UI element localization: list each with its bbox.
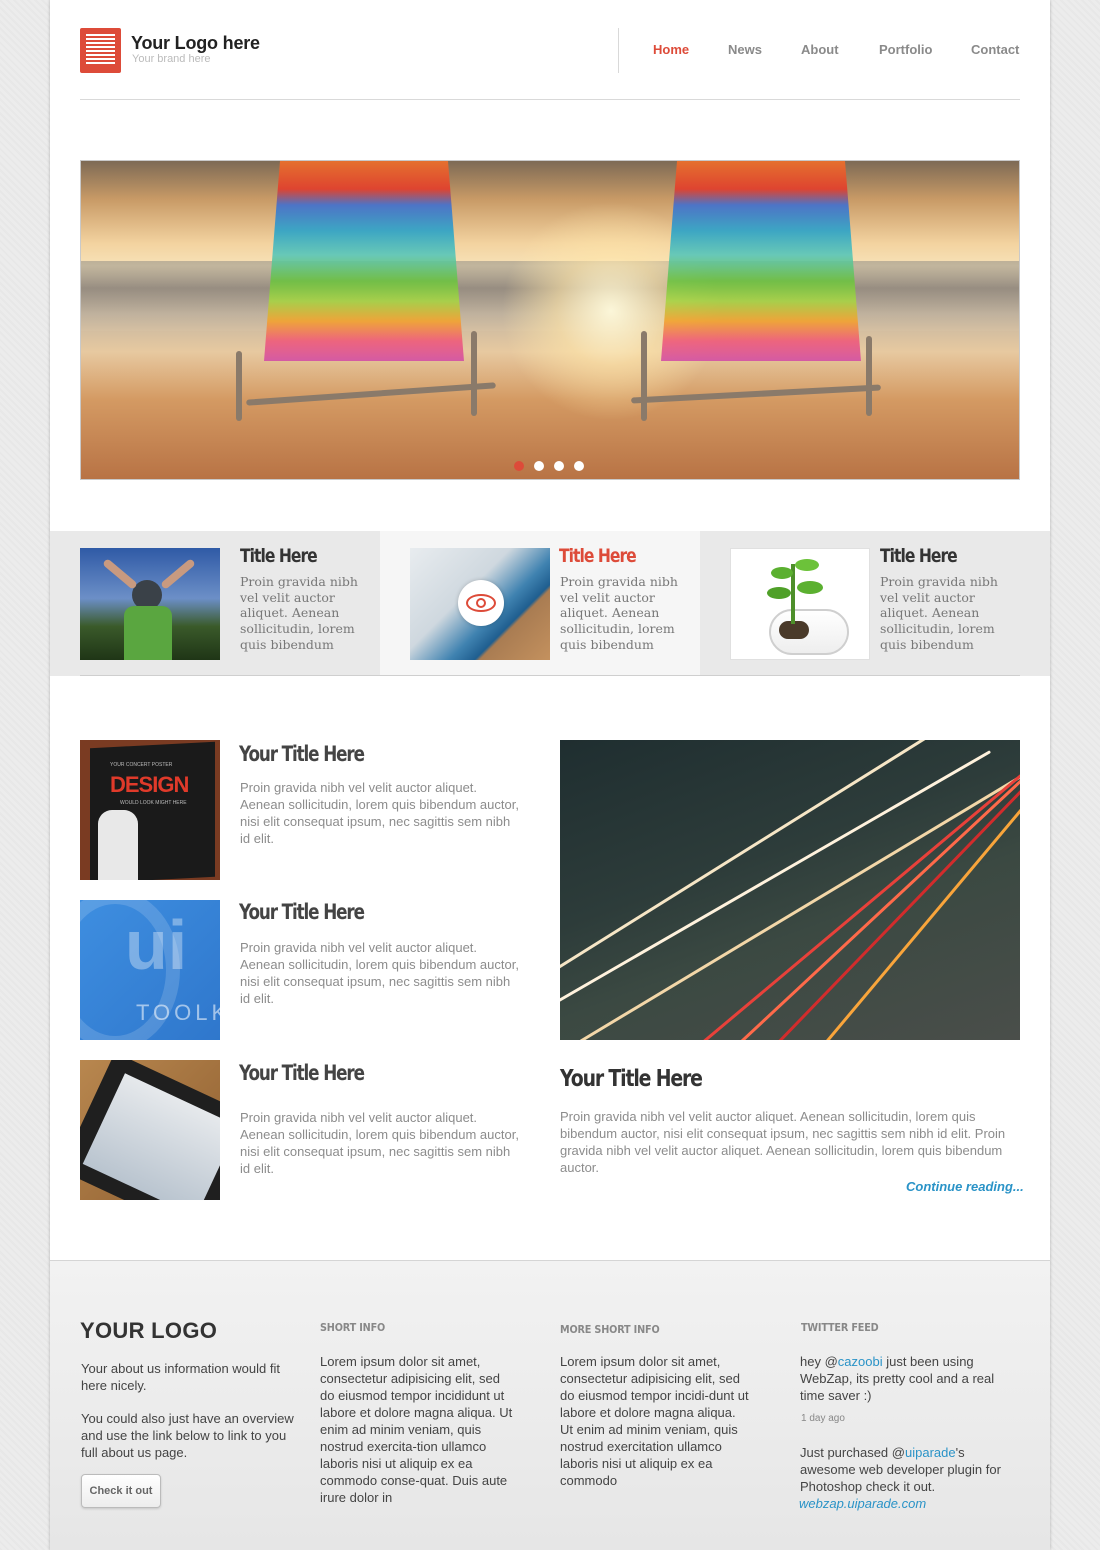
band-divider [80,675,1020,676]
tweet-text: hey @ [800,1354,838,1369]
article-item: Your Title Here Proin gravida nibh vel v… [80,1060,530,1200]
article-body: Proin gravida nibh vel velit auctor aliq… [240,940,519,1006]
nav-about[interactable]: About [801,42,839,57]
article-title[interactable]: Your Title Here [239,1061,365,1085]
slider-dot-3[interactable] [554,461,564,471]
slider-dots [514,458,594,476]
logo-icon[interactable] [80,28,121,73]
nav-divider [618,28,619,73]
feature-band: Title Here Proin gravida nibh vel velit … [50,531,1050,676]
logo-title[interactable]: Your Logo here [131,33,260,54]
feature-item[interactable]: Title Here Proin gravida nibh vel velit … [50,531,370,676]
slider-dot-1[interactable] [514,461,524,471]
feature-item[interactable]: Title Here Proin gravida nibh vel velit … [700,531,1020,676]
featured-body: Proin gravida nibh vel velit auctor aliq… [560,1109,1006,1175]
nav-contact[interactable]: Contact [971,42,1019,57]
feature-title[interactable]: Title Here [559,545,637,567]
page: Your Logo here Your brand here Home News… [50,0,1050,1550]
tweet-text: Just purchased @ [800,1445,905,1460]
more-info-text: Lorem ipsum dolor sit amet, consectetur … [560,1354,749,1488]
feature-thumb-field [80,548,220,660]
nav-home[interactable]: Home [653,42,689,57]
tweet-time: 1 day ago [801,1413,845,1424]
twitter-heading: TWITTER FEED [801,1321,879,1334]
article-item: ui TOOLK Your Title Here Proin gravida n… [80,900,530,1040]
feature-thumb-boat [410,548,550,660]
short-info-heading: SHORT INFO [320,1321,386,1334]
continue-reading-link[interactable]: Continue reading... [906,1179,1024,1194]
article-thumb-ui-toolkit[interactable]: ui TOOLK [80,900,220,1040]
tweet-2: Just purchased @uiparade's awesome web d… [800,1444,1010,1495]
header: Your Logo here Your brand here Home News… [80,0,1020,100]
article-item: YOUR CONCERT POSTER DESIGN WOULD LOOK MI… [80,740,530,880]
footer-about-2: You could also just have an overview and… [81,1411,294,1460]
feature-title[interactable]: Title Here [880,545,958,567]
article-thumb-poster[interactable]: YOUR CONCERT POSTER DESIGN WOULD LOOK MI… [80,740,220,880]
footer-about-1: Your about us information would fit here… [81,1361,280,1393]
more-info-heading: MORE SHORT INFO [560,1323,660,1336]
feature-title[interactable]: Title Here [240,545,318,567]
logo-subtitle: Your brand here [132,53,211,65]
article-title[interactable]: Your Title Here [239,742,365,766]
beach-chair-left [236,161,496,421]
slider-dot-4[interactable] [574,461,584,471]
beach-chair-right [631,161,881,421]
feature-body: Proin gravida nibh vel velit auctor aliq… [240,574,358,652]
tweet-user-link[interactable]: uiparade [905,1445,956,1460]
tweet-url-link[interactable]: webzap.uiparade.com [799,1495,926,1512]
tweet-1: hey @cazoobi just been using WebZap, its… [800,1353,1010,1404]
article-body: Proin gravida nibh vel velit auctor aliq… [240,780,519,846]
nav-news[interactable]: News [728,42,762,57]
short-info-text: Lorem ipsum dolor sit amet, consectetur … [320,1354,513,1505]
nav-portfolio[interactable]: Portfolio [879,42,932,57]
slider-dot-2[interactable] [534,461,544,471]
article-title[interactable]: Your Title Here [239,900,365,924]
check-it-out-button[interactable]: Check it out [81,1474,161,1508]
featured-title[interactable]: Your Title Here [560,1066,703,1092]
feature-body: Proin gravida nibh vel velit auctor aliq… [560,574,678,652]
tweet-user-link[interactable]: cazoobi [838,1354,883,1369]
footer-logo[interactable]: YOUR LOGO [80,1318,217,1344]
feature-thumb-plant [730,548,870,660]
hero-slider[interactable] [80,160,1020,480]
featured-image-light-trails[interactable] [560,740,1020,1040]
article-body: Proin gravida nibh vel velit auctor aliq… [240,1110,519,1176]
article-thumb-tablet[interactable] [80,1060,220,1200]
feature-item-active[interactable]: Title Here Proin gravida nibh vel velit … [380,531,700,676]
footer: YOUR LOGO Your about us information woul… [50,1260,1050,1550]
feature-body: Proin gravida nibh vel velit auctor aliq… [880,574,998,652]
